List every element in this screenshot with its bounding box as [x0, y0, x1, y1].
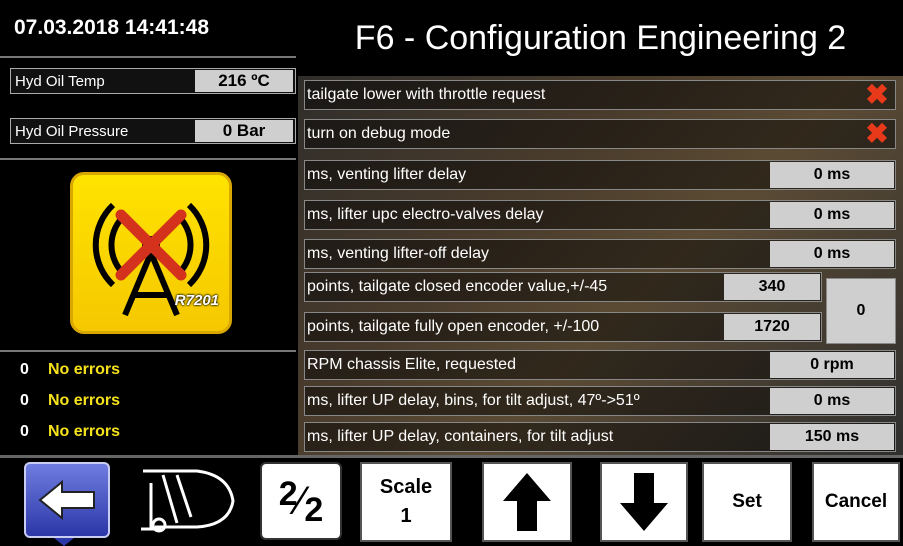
sensor-label: Hyd Oil Temp — [15, 72, 105, 90]
error-message: No errors — [48, 392, 121, 409]
scale-button[interactable]: Scale 1 — [360, 462, 452, 542]
config-row-venting-lifter-off-delay[interactable]: ms, venting lifter-off delay 0 ms — [304, 239, 896, 269]
page-indicator-button[interactable]: 2 ⁄ 2 — [260, 462, 342, 540]
red-x-icon[interactable]: ✖ — [859, 81, 895, 109]
sensor-value: 0 Bar — [195, 120, 293, 142]
scale-value: 1 — [400, 505, 412, 527]
hyd-oil-temp-readout: Hyd Oil Temp 216 ºC — [10, 68, 296, 94]
error-count: 0 — [20, 361, 29, 378]
config-row-venting-lifter-delay[interactable]: ms, venting lifter delay 0 ms — [304, 160, 896, 190]
config-row-value[interactable]: 0 ms — [770, 202, 894, 228]
sensor-value: 216 ºC — [195, 70, 293, 92]
arrow-left-icon — [38, 479, 95, 521]
config-row-tailgate-throttle[interactable]: tailgate lower with throttle request ✖ — [304, 80, 896, 110]
hyd-oil-pressure-readout: Hyd Oil Pressure 0 Bar — [10, 118, 296, 144]
config-row-lifter-up-containers[interactable]: ms, lifter UP delay, containers, for til… — [304, 422, 896, 452]
config-row-label: RPM chassis Elite, requested — [307, 356, 516, 373]
error-row: 0 No errors — [20, 418, 280, 446]
divider — [0, 158, 296, 160]
config-row-label: tailgate lower with throttle request — [307, 86, 546, 103]
config-row-upc-valves-delay[interactable]: ms, lifter upc electro-valves delay 0 ms — [304, 200, 896, 230]
arrow-up-icon — [503, 473, 551, 531]
page-numerator: 2 — [278, 474, 298, 513]
config-row-debug-mode[interactable]: turn on debug mode ✖ — [304, 119, 896, 149]
radio-status-panel[interactable]: R7201 — [70, 172, 232, 334]
garbage-truck-icon — [141, 469, 235, 533]
error-row: 0 No errors — [20, 387, 280, 415]
arrow-down-icon — [620, 473, 668, 531]
config-row-value[interactable]: 0 ms — [770, 388, 894, 414]
config-row-tailgate-open-encoder[interactable]: points, tailgate fully open encoder, +/-… — [304, 312, 822, 342]
page-denominator: 2 — [304, 490, 324, 529]
error-row: 0 No errors — [20, 356, 280, 384]
config-row-lifter-up-bins[interactable]: ms, lifter UP delay, bins, for tilt adju… — [304, 386, 896, 416]
config-row-label: points, tailgate closed encoder value,+/… — [307, 278, 608, 295]
config-row-label: turn on debug mode — [307, 125, 451, 142]
move-up-button[interactable] — [482, 462, 572, 542]
move-down-button[interactable] — [600, 462, 688, 542]
vehicle-view-button[interactable] — [134, 462, 244, 538]
red-x-icon[interactable]: ✖ — [859, 120, 895, 148]
selected-indicator — [54, 538, 74, 546]
page-title: F6 - Configuration Engineering 2 — [298, 0, 903, 76]
config-row-label: ms, lifter UP delay, bins, for tilt adju… — [307, 392, 640, 409]
set-button[interactable]: Set — [702, 462, 792, 542]
config-row-label: ms, venting lifter delay — [307, 166, 467, 183]
config-row-label: ms, venting lifter-off delay — [307, 245, 490, 262]
config-row-label: ms, lifter upc electro-valves delay — [307, 206, 544, 223]
back-button[interactable] — [24, 462, 110, 538]
error-message: No errors — [48, 361, 121, 378]
divider — [0, 350, 296, 352]
error-count: 0 — [20, 392, 29, 409]
scale-label: Scale — [379, 476, 433, 498]
config-row-value[interactable]: 1720 — [724, 314, 820, 340]
config-row-value[interactable]: 340 — [724, 274, 820, 300]
config-row-value[interactable]: 0 ms — [770, 162, 894, 188]
sensor-label: Hyd Oil Pressure — [15, 122, 129, 140]
datetime-display: 07.03.2018 14:41:48 — [0, 0, 296, 58]
radio-id-label: R7201 — [174, 292, 219, 309]
config-row-value[interactable]: 0 rpm — [770, 352, 894, 378]
slash-glyph: ⁄ — [297, 478, 305, 523]
cancel-button[interactable]: Cancel — [812, 462, 900, 542]
toolbar-divider — [0, 455, 903, 458]
config-row-rpm-chassis[interactable]: RPM chassis Elite, requested 0 rpm — [304, 350, 896, 380]
config-row-tailgate-closed-encoder[interactable]: points, tailgate closed encoder value,+/… — [304, 272, 822, 302]
error-message: No errors — [48, 423, 121, 440]
error-count: 0 — [20, 423, 29, 440]
encoder-current-value: 0 — [826, 278, 896, 344]
config-row-value[interactable]: 0 ms — [770, 241, 894, 267]
config-row-label: points, tailgate fully open encoder, +/-… — [307, 318, 600, 335]
config-row-label: ms, lifter UP delay, containers, for til… — [307, 428, 614, 445]
config-row-value[interactable]: 150 ms — [770, 424, 894, 450]
